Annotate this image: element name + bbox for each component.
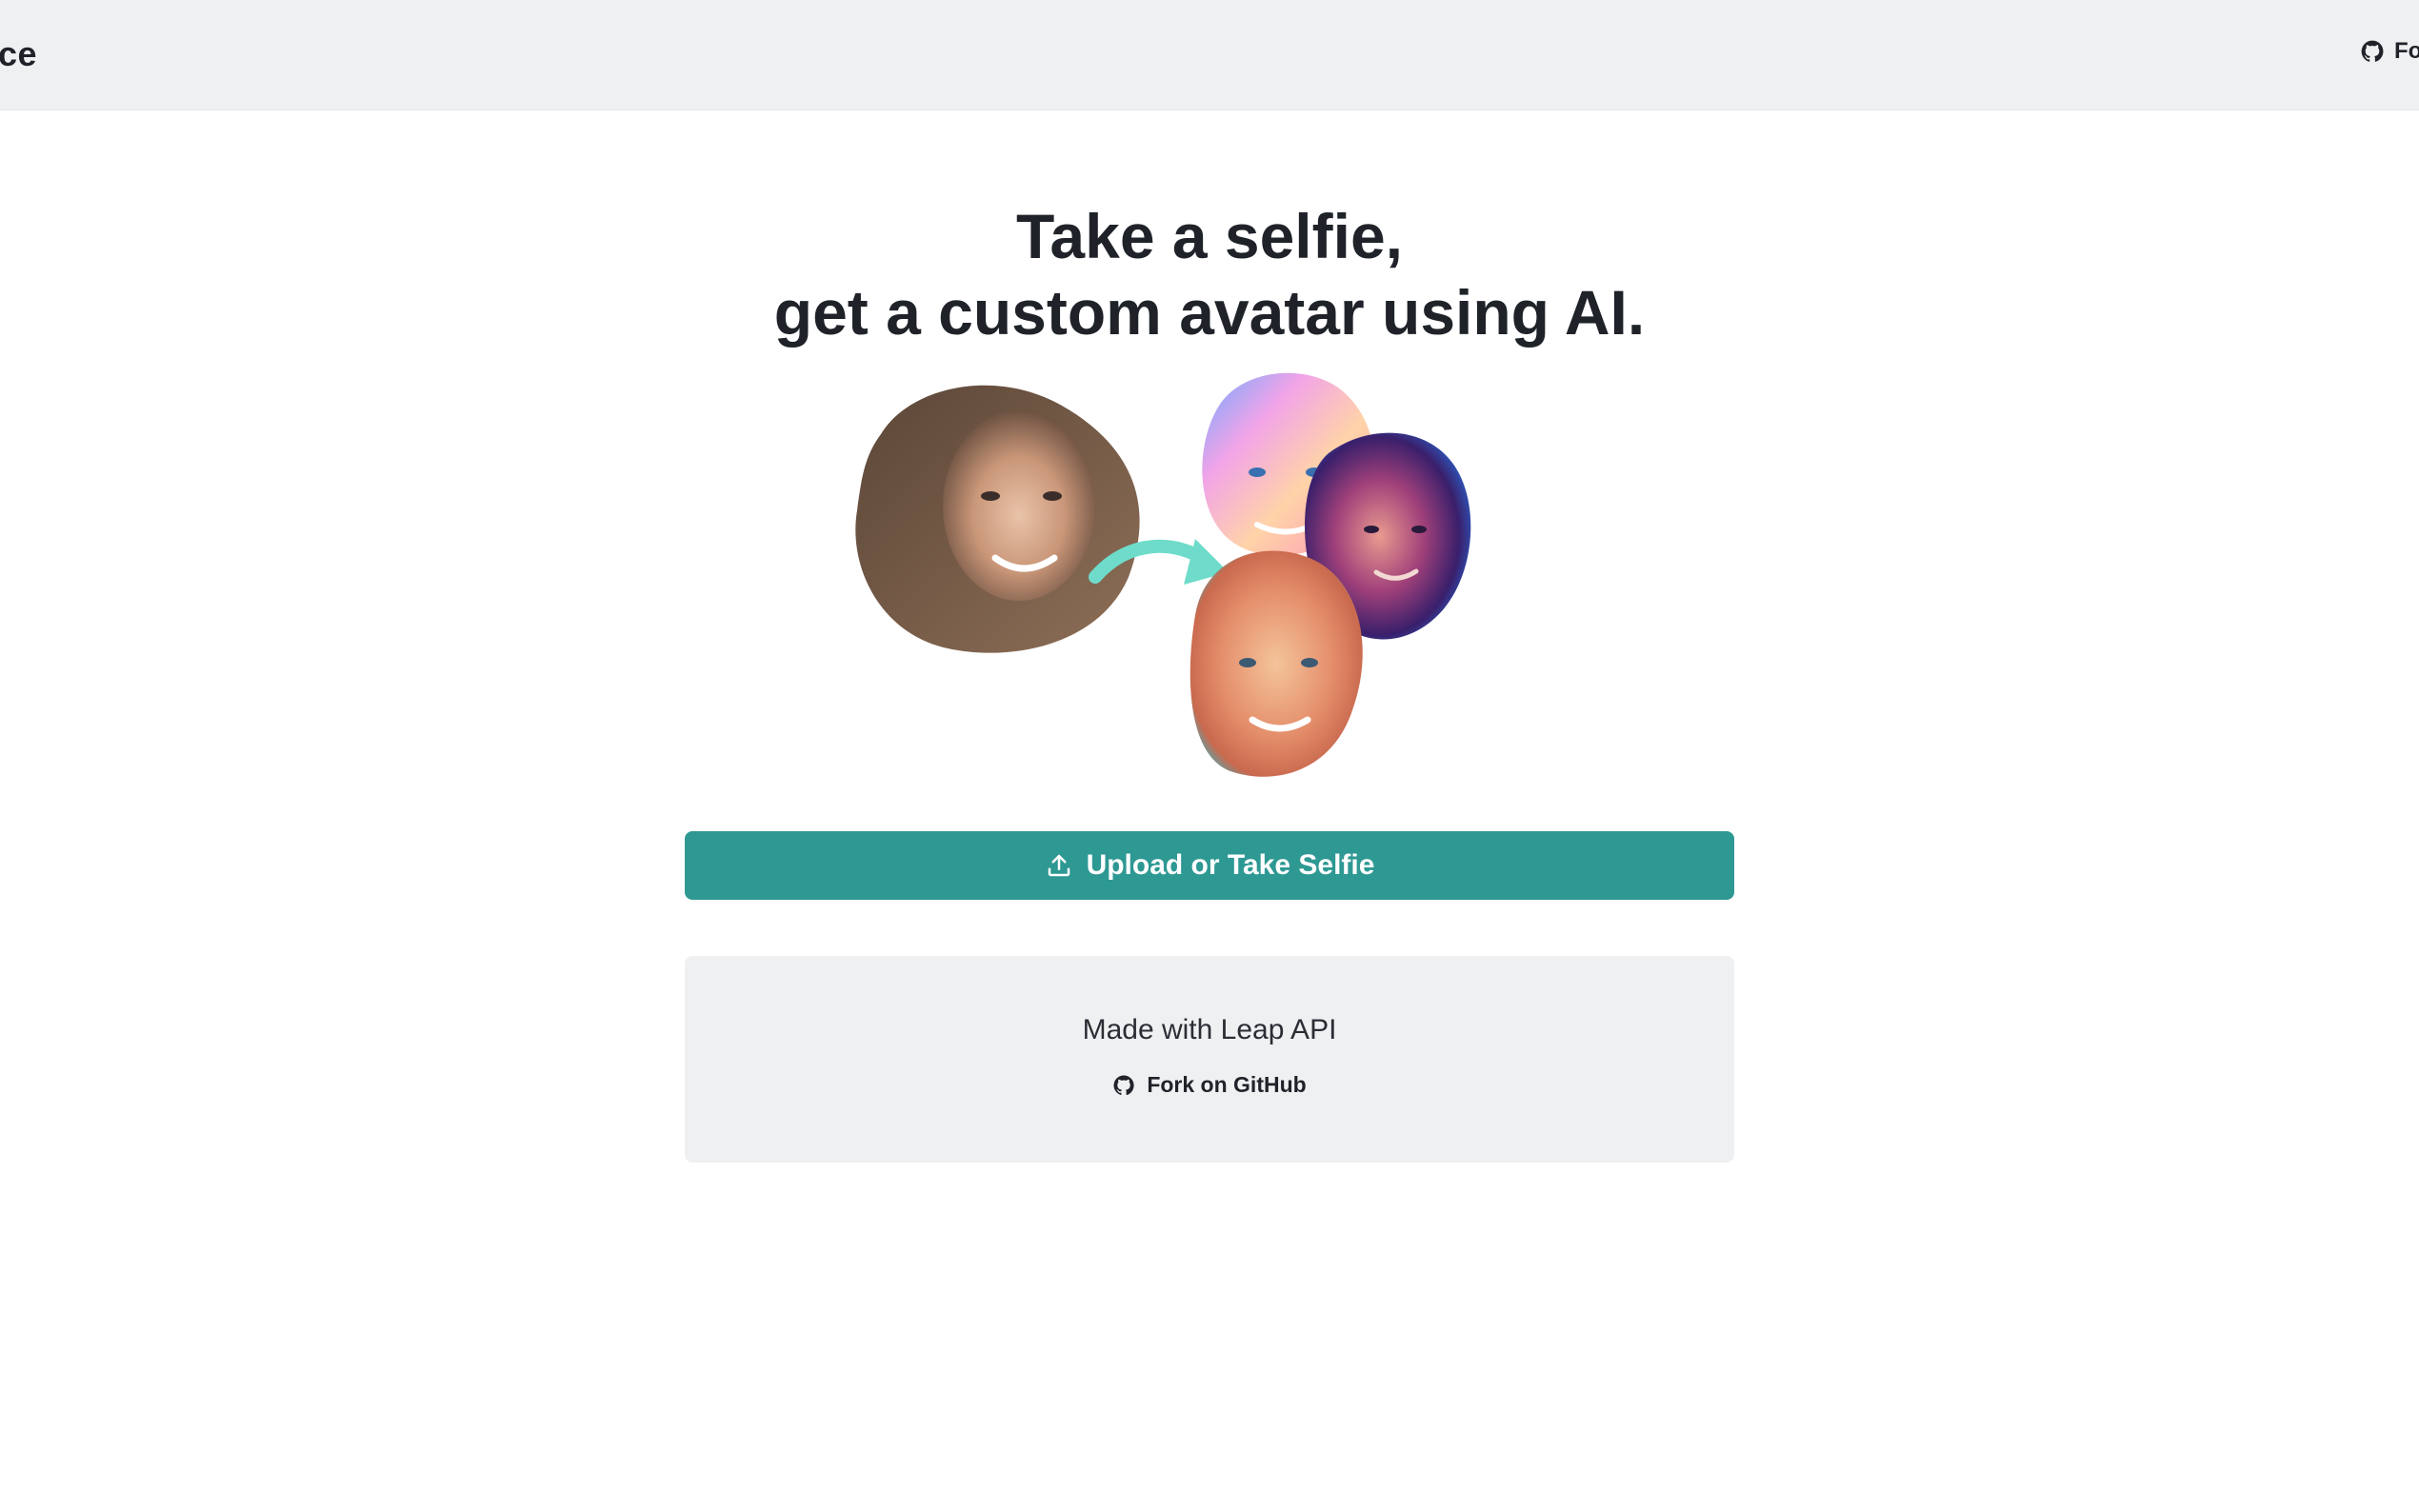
made-with-text: Made with Leap API [1082, 1014, 1337, 1045]
fork-link-label: Fork on GitHub [1147, 1072, 1307, 1097]
header-fork-github-link[interactable]: Fo [2360, 38, 2419, 65]
fork-on-github-link[interactable]: Fork on GitHub [685, 1072, 1734, 1098]
headline-line-2: get a custom avatar using AI. [773, 277, 1646, 348]
header-fork-label: Fo [2394, 38, 2419, 64]
hero-illustration [855, 372, 1471, 777]
github-icon [1113, 1074, 1134, 1095]
upload-icon [1048, 854, 1070, 877]
headline-line-1: Take a selfie, [1015, 201, 1404, 271]
avatar-painted [1190, 550, 1363, 777]
github-icon [2361, 40, 2384, 62]
top-navbar: ce Fo [0, 0, 2419, 110]
brand-logo-text[interactable]: ce [0, 33, 37, 75]
hero-headline: Take a selfie, get a custom avatar using… [0, 198, 2419, 350]
footer-card: Made with Leap API Fork on GitHub [685, 956, 1734, 1163]
upload-selfie-button[interactable]: Upload or Take Selfie [685, 831, 1734, 900]
selfie-photo [855, 385, 1140, 653]
upload-button-label: Upload or Take Selfie [1086, 849, 1375, 881]
